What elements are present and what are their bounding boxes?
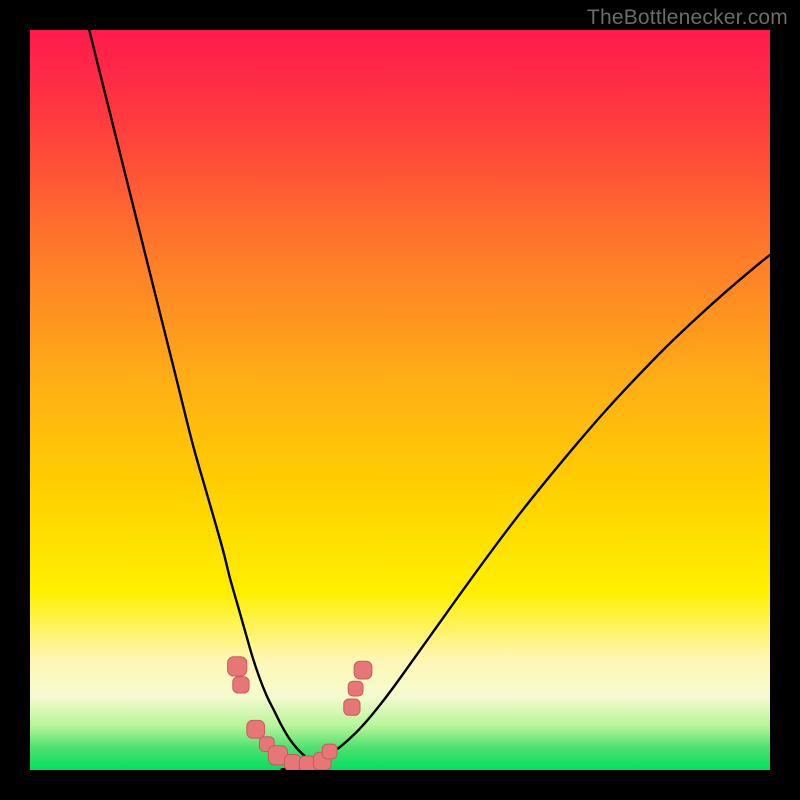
data-marker [348,681,363,696]
data-marker [354,661,372,679]
data-marker [247,720,265,738]
watermark-text: TheBottlenecker.com [587,6,788,30]
bottleneck-chart [30,30,770,770]
data-marker [233,677,249,693]
data-marker [344,699,360,715]
outer-black-frame: TheBottlenecker.com [0,0,800,800]
data-marker [322,744,337,759]
gradient-background [30,30,770,770]
data-marker [285,754,301,770]
data-marker [228,657,247,676]
